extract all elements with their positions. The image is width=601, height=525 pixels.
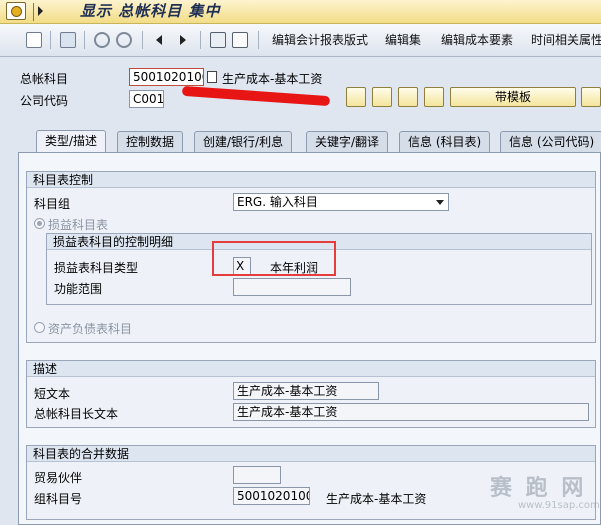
tab-type-description[interactable]: 类型/描述 bbox=[36, 130, 107, 153]
document-new-icon[interactable] bbox=[424, 87, 444, 107]
with-template-button[interactable]: 带模板 bbox=[450, 87, 576, 107]
gl-account-input[interactable]: 5001020100 bbox=[129, 68, 204, 86]
pl-account-radio[interactable] bbox=[34, 218, 45, 229]
gl-account-description: 生产成本-基本工资 bbox=[222, 72, 323, 86]
create-icon[interactable] bbox=[398, 87, 418, 107]
short-text-label: 短文本 bbox=[34, 387, 71, 401]
trading-partner-input[interactable] bbox=[233, 466, 281, 484]
toolbar-separator bbox=[50, 31, 51, 49]
group-account-description: 生产成本-基本工资 bbox=[326, 492, 427, 506]
long-text-input[interactable]: 生产成本-基本工资 bbox=[233, 403, 589, 421]
group-account-label: 组科目号 bbox=[34, 492, 83, 506]
page-title: 显示 总帐科目 集中 bbox=[80, 2, 221, 20]
pencil-icon[interactable] bbox=[372, 87, 392, 107]
title-separator bbox=[33, 3, 34, 21]
trading-partner-label: 贸易伙伴 bbox=[34, 471, 83, 485]
tab-create-bank-interest[interactable]: 创建/银行/利息 bbox=[194, 131, 293, 153]
tab-control-data[interactable]: 控制数据 bbox=[117, 131, 184, 153]
copy-icon[interactable] bbox=[207, 71, 217, 83]
long-text-label: 总帐科目长文本 bbox=[34, 407, 119, 421]
edit-report-layout-button[interactable]: 编辑会计报表版式 bbox=[272, 32, 368, 48]
description-title: 描述 bbox=[27, 361, 595, 377]
short-text-input[interactable]: 生产成本-基本工资 bbox=[233, 382, 379, 400]
tab-info-coa[interactable]: 信息 (科目表) bbox=[399, 131, 491, 153]
tab-strip: 类型/描述 控制数据 创建/银行/利息 关键字/翻译 信息 (科目表) 信息 (… bbox=[0, 130, 601, 153]
toolbar-separator bbox=[258, 31, 259, 49]
func-area-label: 功能范围 bbox=[54, 282, 103, 296]
redaction-mark bbox=[181, 85, 331, 107]
time-dependent-attributes-button[interactable]: 时间相关属性 bbox=[531, 32, 601, 48]
previous-icon[interactable] bbox=[156, 35, 162, 45]
sap-menu-icon[interactable] bbox=[6, 2, 26, 20]
toolbar-separator bbox=[142, 31, 143, 49]
tab-keyword-translation[interactable]: 关键字/翻译 bbox=[306, 131, 389, 153]
title-bar: 显示 总帐科目 集中 bbox=[0, 0, 601, 24]
next-icon[interactable] bbox=[180, 35, 186, 45]
tab-info-company-code[interactable]: 信息 (公司代码) bbox=[500, 131, 601, 153]
document-icon[interactable] bbox=[232, 32, 248, 48]
expand-arrow-icon[interactable] bbox=[38, 6, 43, 16]
toolbar-separator bbox=[200, 31, 201, 49]
highlight-box bbox=[212, 241, 336, 276]
gl-account-label: 总帐科目 bbox=[20, 72, 69, 86]
hierarchy-icon[interactable] bbox=[60, 32, 76, 48]
pl-account-radio-label: 损益科目表 bbox=[48, 218, 109, 232]
undo-icon[interactable] bbox=[94, 32, 110, 48]
account-group-select[interactable]: ERG. 输入科目 bbox=[233, 193, 449, 211]
company-code-label: 公司代码 bbox=[20, 94, 69, 108]
account-group-value: ERG. 输入科目 bbox=[237, 195, 318, 209]
lock-icon[interactable] bbox=[581, 87, 601, 107]
toolbar-separator bbox=[84, 31, 85, 49]
func-area-input[interactable] bbox=[233, 278, 351, 296]
redo-icon[interactable] bbox=[116, 32, 132, 48]
edit-set-button[interactable]: 编辑集 bbox=[385, 32, 421, 48]
watermark: 赛 跑 网 www.91sap.com bbox=[460, 470, 601, 525]
edit-cost-element-button[interactable]: 编辑成本要素 bbox=[441, 32, 513, 48]
group-account-input[interactable]: 5001020100 bbox=[233, 487, 310, 505]
watermark-url: www.91sap.com bbox=[518, 500, 600, 511]
consolidation-title: 科目表的合并数据 bbox=[27, 446, 595, 462]
watermark-text: 赛 跑 网 bbox=[490, 476, 587, 501]
bs-account-radio-label: 资产负债表科目 bbox=[48, 322, 133, 336]
company-code-input[interactable]: C001 bbox=[129, 90, 164, 108]
filter-icon[interactable] bbox=[210, 32, 226, 48]
glasses-icon[interactable] bbox=[346, 87, 366, 107]
bs-account-radio[interactable] bbox=[34, 322, 45, 333]
display-change-icon[interactable] bbox=[26, 32, 42, 48]
application-toolbar: 编辑会计报表版式 编辑集 编辑成本要素 时间相关属性 bbox=[0, 24, 601, 57]
coa-control-title: 科目表控制 bbox=[27, 172, 595, 188]
chevron-down-icon bbox=[436, 200, 444, 205]
pl-type-label: 损益表科目类型 bbox=[54, 261, 139, 275]
account-group-label: 科目组 bbox=[34, 197, 71, 211]
